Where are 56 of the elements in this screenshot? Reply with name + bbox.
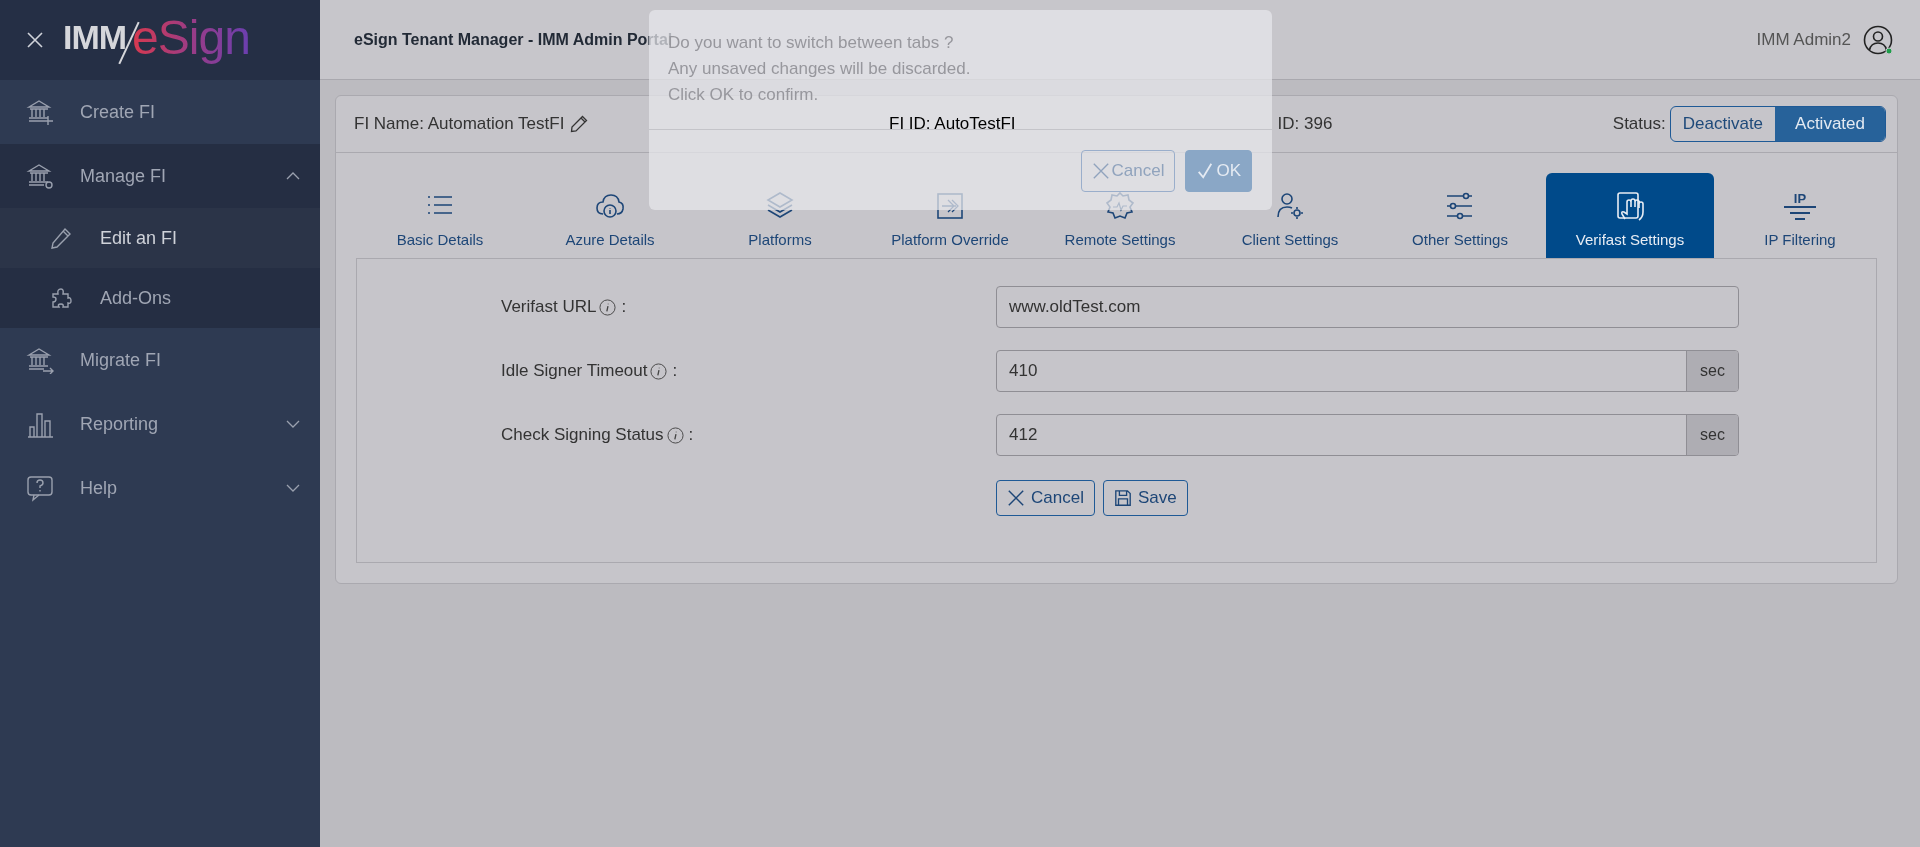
bank-arrow-icon	[26, 346, 54, 374]
status-label: Status:	[1612, 114, 1666, 134]
bank-plus-icon	[26, 98, 54, 126]
cancel-button[interactable]: Cancel	[996, 480, 1095, 516]
field-label: Verifast URL	[501, 297, 597, 317]
status-toggle[interactable]: Deactivate	[1670, 107, 1776, 141]
close-icon	[1091, 162, 1110, 180]
nav-item[interactable]: Manage FI	[0, 144, 320, 208]
tab[interactable]: Basic Details	[356, 173, 524, 258]
pencil-icon	[50, 227, 72, 249]
pencil-icon[interactable]	[570, 115, 589, 133]
nav-item[interactable]: Reporting	[0, 392, 320, 456]
tab[interactable]: Azure Details	[526, 173, 694, 258]
question-bubble-icon	[26, 474, 54, 502]
info-icon[interactable]	[599, 298, 617, 316]
tab[interactable]: IP IP Filtering	[1716, 173, 1884, 258]
user-name[interactable]: IMM Admin2	[1756, 29, 1851, 50]
dialog-message: Click OK to confirm.	[668, 85, 820, 104]
fi-id: FI ID: AutoTestFI	[889, 114, 1016, 134]
text-field[interactable]: 410 sec	[996, 350, 1739, 392]
user-avatar-icon[interactable]	[1863, 24, 1893, 55]
info-icon[interactable]	[666, 426, 684, 444]
text-field[interactable]: 412 sec	[996, 414, 1739, 456]
tab[interactable]: Other Settings	[1376, 173, 1544, 258]
label-colon: :	[621, 297, 627, 317]
nav-item[interactable]: Create FI	[0, 80, 320, 144]
status-toggle[interactable]: Activated	[1775, 107, 1885, 141]
chevron-icon	[286, 172, 300, 180]
label-colon: :	[672, 361, 678, 381]
fi-name: FI Name: Automation TestFI	[354, 114, 565, 134]
nav-item[interactable]: Help	[0, 456, 320, 520]
nav-item[interactable]: Migrate FI	[0, 328, 320, 392]
tenant-id: ID: 396	[1277, 114, 1334, 134]
label-colon: :	[688, 425, 694, 445]
checkmark-icon	[1196, 162, 1215, 180]
dialog-message: Do you want to switch between tabs ?	[668, 33, 955, 52]
chevron-icon	[286, 484, 300, 492]
dialog-message: Any unsaved changes will be discarded.	[668, 59, 972, 78]
tab[interactable]: Verifast Settings	[1546, 173, 1714, 258]
chevron-icon	[286, 420, 300, 428]
bar-chart-icon	[26, 410, 54, 438]
unit-addon: sec	[1686, 351, 1738, 391]
bank-gear-icon	[26, 162, 54, 190]
close-icon	[1007, 489, 1025, 507]
unit-addon: sec	[1686, 415, 1738, 455]
close-icon[interactable]	[27, 32, 43, 48]
nav-subitem[interactable]: Add-Ons	[0, 268, 320, 328]
field-label: Idle Signer Timeout	[501, 361, 648, 381]
user-gear-icon	[1274, 190, 1306, 222]
text-field[interactable]: www.oldTest.com	[996, 286, 1739, 328]
save-button[interactable]: Save	[1102, 480, 1188, 516]
puzzle-icon	[50, 287, 72, 309]
field-label: Check Signing Status	[501, 425, 664, 445]
info-icon[interactable]	[650, 362, 668, 380]
nav-subitem[interactable]: Edit an FI	[0, 208, 320, 268]
hand-tablet-icon	[1614, 190, 1646, 222]
